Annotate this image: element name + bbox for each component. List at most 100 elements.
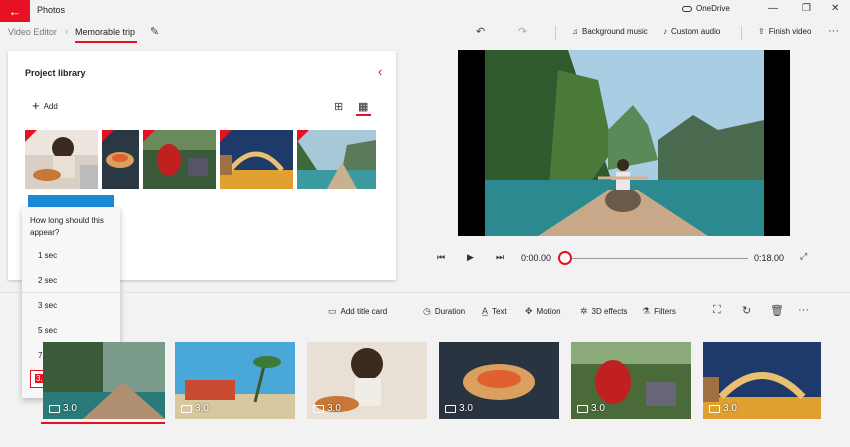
arrow-left-icon: ← <box>8 3 22 19</box>
play-icon[interactable]: ▶ <box>467 252 474 263</box>
project-title[interactable]: Memorable trip <box>75 27 135 37</box>
grid-view-icon[interactable]: ⊞ <box>334 100 343 113</box>
toolbar-divider <box>555 26 556 40</box>
storyboard-clip[interactable]: 3.0 <box>175 342 295 419</box>
used-badge <box>220 130 232 142</box>
title-card-icon: ▭ <box>328 306 337 316</box>
add-label: Add <box>43 101 58 111</box>
image-icon <box>49 404 60 413</box>
image-icon <box>181 404 192 413</box>
clip-duration: 3.0 <box>577 403 605 414</box>
filter-icon: ⚗ <box>642 306 651 316</box>
export-icon: ⇪ <box>758 27 765 36</box>
used-badge <box>25 130 37 142</box>
add-button[interactable]: + Add <box>32 98 58 113</box>
preview-frame-image <box>485 50 764 236</box>
chevron-right-icon: › <box>65 26 68 36</box>
delete-icon[interactable]: 🗑 <box>770 304 784 317</box>
library-title: Project library <box>25 68 86 78</box>
sparkle-icon: ✲ <box>580 306 588 316</box>
minimize-button[interactable]: — <box>768 3 778 14</box>
clip-duration-value: 3.0 <box>327 403 341 414</box>
background-music-button[interactable]: ♫ Background music <box>572 27 648 36</box>
image-icon <box>577 404 588 413</box>
section-divider <box>0 292 850 293</box>
text-button[interactable]: A̲ Text <box>482 306 507 316</box>
crop-icon[interactable]: ⛶ <box>713 304 721 317</box>
library-thumbnail[interactable] <box>297 130 376 189</box>
seek-bar[interactable] <box>572 258 748 259</box>
more-options-icon[interactable]: ··· <box>828 25 839 37</box>
motion-label: Motion <box>536 307 561 316</box>
toolbar-divider <box>741 26 742 40</box>
onedrive-status[interactable]: OneDrive <box>682 4 730 13</box>
clip-duration: 3.0 <box>709 403 737 414</box>
finish-video-button[interactable]: ⇪ Finish video <box>758 27 811 36</box>
library-thumbnail[interactable] <box>28 195 114 207</box>
current-time: 0:00.00 <box>521 253 552 263</box>
custom-audio-label: Custom audio <box>671 27 721 36</box>
image-icon <box>313 404 324 413</box>
back-button[interactable]: ← <box>0 0 30 22</box>
motion-button[interactable]: ✥ Motion <box>525 306 561 317</box>
breadcrumb-video-editor[interactable]: Video Editor <box>8 27 57 37</box>
image-icon <box>709 404 720 413</box>
undo-icon[interactable]: ↶ <box>476 25 485 38</box>
total-time: 0:18.00 <box>754 253 785 263</box>
add-title-card-label: Add title card <box>340 307 388 316</box>
duration-option-2[interactable]: 2 sec <box>38 276 57 285</box>
custom-audio-button[interactable]: ♪ Custom audio <box>663 27 720 36</box>
storyboard-clip[interactable]: 3.0 <box>307 342 427 419</box>
cloud-icon <box>682 5 692 12</box>
redo-icon[interactable]: ↷ <box>518 25 527 38</box>
filters-button[interactable]: ⚗ Filters <box>642 306 676 317</box>
small-grid-view-icon[interactable]: ▦ <box>358 100 368 113</box>
clip-duration-value: 3.0 <box>591 403 605 414</box>
view-selected-indicator <box>356 114 371 116</box>
more-options-icon[interactable]: ··· <box>798 304 809 316</box>
plus-icon: + <box>32 98 40 113</box>
clip-duration-value: 3.0 <box>63 403 77 414</box>
fullscreen-icon[interactable]: ⤢ <box>800 251 807 262</box>
duration-button[interactable]: ◷ Duration <box>423 306 465 317</box>
pencil-icon[interactable]: ✎ <box>150 25 159 38</box>
used-badge <box>102 130 114 142</box>
seek-thumb[interactable] <box>558 251 572 265</box>
collapse-icon[interactable]: ‹ <box>378 64 382 79</box>
duration-option-3[interactable]: 3 sec <box>38 301 57 310</box>
video-preview[interactable] <box>458 50 790 236</box>
clock-icon: ◷ <box>423 306 431 316</box>
used-badge <box>297 130 309 142</box>
background-music-label: Background music <box>582 27 648 36</box>
storyboard-clip[interactable]: 3.0 <box>439 342 559 419</box>
library-thumbnail[interactable] <box>25 130 98 189</box>
filters-label: Filters <box>654 307 676 316</box>
storyboard-clip[interactable]: 3.0 <box>703 342 821 419</box>
rotate-icon[interactable]: ↻ <box>742 304 751 317</box>
library-thumbnail[interactable] <box>102 130 139 189</box>
clip-duration: 3.0 <box>49 403 77 414</box>
clip-selected-indicator <box>41 422 165 424</box>
storyboard-clip[interactable]: 3.0 <box>571 342 691 419</box>
clip-duration-value: 3.0 <box>723 403 737 414</box>
add-title-card-button[interactable]: ▭ Add title card <box>328 306 387 317</box>
3d-effects-label: 3D effects <box>591 307 628 316</box>
image-icon <box>445 404 456 413</box>
duration-option-1[interactable]: 1 sec <box>38 251 57 260</box>
motion-icon: ✥ <box>525 306 533 316</box>
3d-effects-button[interactable]: ✲ 3D effects <box>580 306 627 317</box>
library-thumbnail[interactable] <box>220 130 293 189</box>
close-button[interactable]: ✕ <box>831 3 839 14</box>
duration-option-5[interactable]: 5 sec <box>38 326 57 335</box>
storyboard-clip-selected[interactable]: 3.0 <box>43 342 165 419</box>
text-label: Text <box>492 306 507 316</box>
next-frame-icon[interactable]: ⏭ <box>496 252 504 263</box>
library-thumbnail[interactable] <box>143 130 216 189</box>
clip-duration: 3.0 <box>313 403 341 414</box>
music-note-icon: ♫ <box>572 27 578 36</box>
restore-button[interactable]: ❐ <box>802 3 811 14</box>
audio-icon: ♪ <box>663 27 667 36</box>
app-title: Photos <box>37 5 66 15</box>
onedrive-label: OneDrive <box>696 4 730 13</box>
previous-frame-icon[interactable]: ⏮ <box>437 252 445 263</box>
